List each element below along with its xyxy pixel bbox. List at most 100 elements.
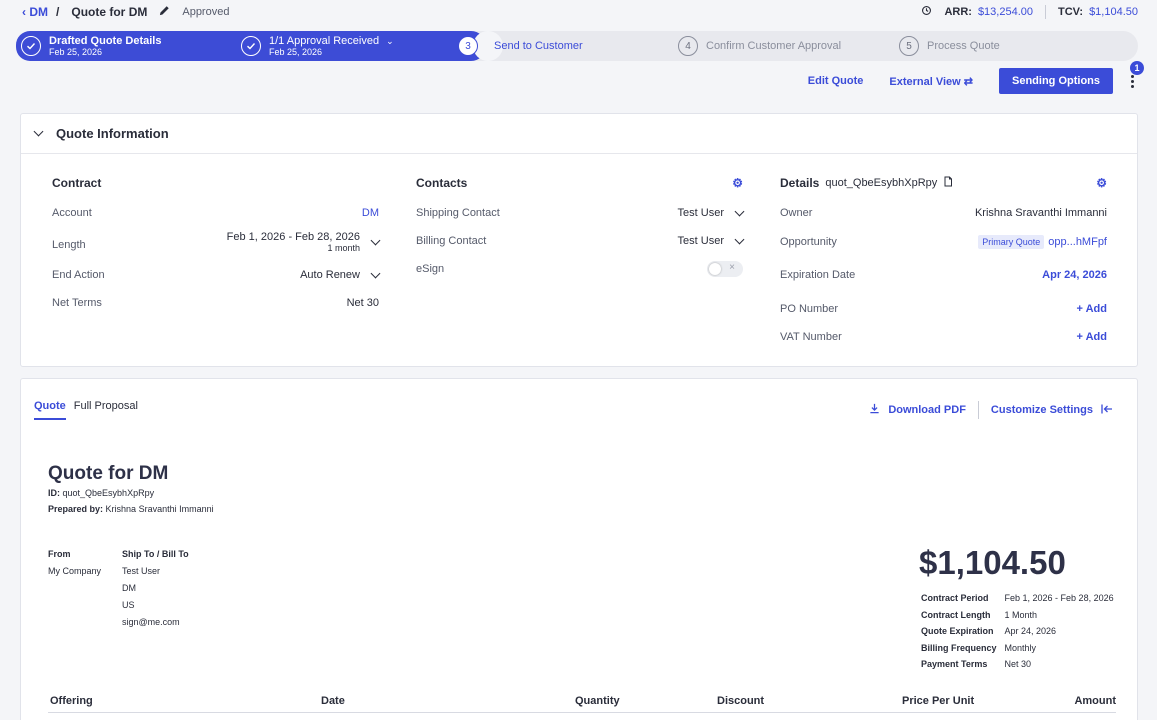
edit-quote-link[interactable]: Edit Quote bbox=[808, 75, 864, 87]
po-number-label: PO Number bbox=[780, 303, 839, 315]
summary-value: Apr 24, 2026 bbox=[1004, 626, 1057, 636]
step-number: 3 bbox=[458, 36, 478, 56]
breadcrumb-separator: / bbox=[56, 5, 60, 19]
panel-title: Quote Information bbox=[56, 126, 169, 141]
contacts-heading-row: Contacts ⚙ bbox=[416, 176, 743, 190]
divider bbox=[977, 401, 979, 419]
quote-id: quot_QbeEsybhXpRpy bbox=[825, 177, 938, 189]
chevron-down-icon bbox=[734, 206, 745, 216]
summary-label: Contract Length bbox=[921, 609, 991, 620]
quote-information-panel: Quote Information Contract Account DM Le… bbox=[20, 113, 1138, 367]
net-terms-row: Net Terms Net 30 bbox=[52, 297, 379, 309]
chevron-down-icon[interactable] bbox=[33, 126, 44, 137]
expiration-date-value[interactable]: Apr 24, 2026 bbox=[1042, 269, 1107, 281]
action-bar: Edit Quote External View ⇄ Sending Optio… bbox=[808, 67, 1157, 95]
po-number-row: PO Number + Add bbox=[780, 303, 1107, 315]
net-terms-label: Net Terms bbox=[52, 297, 102, 309]
id-label: ID: bbox=[48, 488, 60, 498]
summary-value: Monthly bbox=[1004, 642, 1037, 653]
more-options-icon[interactable] bbox=[1127, 74, 1137, 88]
quote-total: $1,104.50 bbox=[919, 544, 1066, 581]
column-header-price-per-unit: Price Per Unit bbox=[902, 695, 975, 707]
contacts-heading: Contacts bbox=[416, 176, 468, 190]
notification-badge: 1 bbox=[1130, 61, 1144, 75]
sending-options-button[interactable]: Sending Options bbox=[999, 68, 1113, 94]
tcv-label: TCV: bbox=[1058, 6, 1084, 18]
contract-heading: Contract bbox=[52, 176, 102, 190]
check-icon bbox=[21, 36, 41, 56]
shipping-contact-row: Shipping Contact Test User bbox=[416, 206, 745, 219]
summary-value: Feb 1, 2026 - Feb 28, 2026 bbox=[1004, 593, 1114, 603]
step-label: 1/1 Approval Received bbox=[269, 35, 380, 47]
account-row: Account DM bbox=[52, 207, 379, 219]
step-approval-received[interactable]: 1/1 Approval Received ⌄ Feb 25, 2026 bbox=[241, 31, 394, 61]
from-label: From bbox=[48, 549, 71, 559]
end-action-dropdown[interactable]: Auto Renew bbox=[300, 268, 381, 281]
collapse-panel-icon[interactable] bbox=[1101, 404, 1113, 417]
ship-to-label: Ship To / Bill To bbox=[122, 549, 189, 559]
owner-label: Owner bbox=[780, 207, 813, 219]
shipping-contact-label: Shipping Contact bbox=[416, 207, 500, 219]
step-confirm-approval[interactable]: 4 Confirm Customer Approval bbox=[678, 31, 841, 61]
back-link-label: DM bbox=[29, 5, 49, 19]
gear-icon[interactable]: ⚙ bbox=[1096, 176, 1107, 190]
summary-label: Quote Expiration bbox=[921, 626, 994, 636]
billing-contact-dropdown[interactable]: Test User bbox=[678, 234, 745, 247]
opportunity-link[interactable]: opp...hMFpf bbox=[1048, 236, 1107, 248]
step-date: Feb 25, 2026 bbox=[49, 47, 103, 57]
gear-icon[interactable]: ⚙ bbox=[732, 176, 743, 190]
back-link[interactable]: ‹ DM bbox=[22, 5, 48, 19]
line-items-header: Offering Date Quantity Discount Price Pe… bbox=[48, 693, 1116, 713]
page-title: Quote for DM bbox=[71, 5, 148, 19]
history-icon[interactable] bbox=[921, 5, 932, 19]
vat-number-label: VAT Number bbox=[780, 331, 842, 343]
expiration-date-row: Expiration Date Apr 24, 2026 bbox=[780, 269, 1107, 281]
net-terms-value: Net 30 bbox=[346, 297, 379, 309]
tab-quote[interactable]: Quote bbox=[34, 400, 66, 420]
step-drafted-quote[interactable]: Drafted Quote Details Feb 25, 2026 bbox=[21, 31, 161, 61]
quote-id-line: ID: quot_QbeEsybhXpRpy bbox=[48, 488, 154, 498]
account-link[interactable]: DM bbox=[362, 207, 379, 219]
owner-row: Owner Krishna Sravanthi Immanni bbox=[780, 207, 1107, 219]
download-pdf-button[interactable]: Download PDF bbox=[888, 404, 966, 416]
swap-icon: ⇄ bbox=[963, 75, 973, 88]
download-icon bbox=[869, 403, 880, 417]
external-view-link[interactable]: External View ⇄ bbox=[889, 75, 973, 88]
shipping-contact-dropdown[interactable]: Test User bbox=[678, 206, 745, 219]
summary-row: Quote Expiration Apr 24, 2026 bbox=[921, 624, 1114, 639]
step-send-to-customer[interactable]: 3 Send to Customer bbox=[458, 31, 583, 61]
arr-label: ARR: bbox=[944, 6, 972, 18]
customize-settings-button[interactable]: Customize Settings bbox=[991, 404, 1093, 416]
column-header-discount: Discount bbox=[717, 695, 765, 707]
close-icon: × bbox=[729, 262, 735, 273]
panel-header[interactable]: Quote Information bbox=[21, 114, 1137, 154]
breadcrumb: ‹ DM / Quote for DM Approved bbox=[22, 5, 229, 19]
divider bbox=[1045, 5, 1046, 19]
step-label-row: 1/1 Approval Received ⌄ bbox=[269, 35, 394, 47]
add-po-number-button[interactable]: + Add bbox=[1077, 303, 1107, 315]
summary-value: Net 30 bbox=[1004, 659, 1032, 669]
copy-icon[interactable] bbox=[943, 176, 953, 190]
length-label: Length bbox=[52, 239, 86, 251]
summary-row: Contract Length 1 Month bbox=[921, 608, 1114, 623]
ship-to-line: Test User bbox=[122, 566, 161, 576]
esign-toggle[interactable]: × bbox=[707, 261, 743, 277]
column-header-amount: Amount bbox=[1074, 695, 1116, 707]
billing-contact-label: Billing Contact bbox=[416, 235, 487, 247]
tab-full-proposal[interactable]: Full Proposal bbox=[74, 400, 138, 420]
chevron-down-icon[interactable]: ⌄ bbox=[386, 36, 394, 46]
esign-row: eSign × bbox=[416, 261, 743, 277]
edit-title-icon[interactable] bbox=[159, 5, 170, 19]
summary-label: Billing Frequency bbox=[921, 642, 997, 653]
external-view-label: External View bbox=[889, 75, 961, 88]
chevron-down-icon bbox=[734, 234, 745, 244]
chevron-down-icon bbox=[370, 235, 381, 245]
summary-row: Payment Terms Net 30 bbox=[921, 657, 1114, 672]
end-action-row: End Action Auto Renew bbox=[52, 268, 381, 281]
length-dropdown[interactable]: Feb 1, 2026 - Feb 28, 2026 1 month bbox=[227, 231, 381, 253]
progress-stepper: Drafted Quote Details Feb 25, 2026 1/1 A… bbox=[16, 31, 1138, 61]
step-process-quote[interactable]: 5 Process Quote bbox=[899, 31, 1000, 61]
vat-number-row: VAT Number + Add bbox=[780, 331, 1107, 343]
contacts-section: Contacts ⚙ Shipping Contact Test User Bi… bbox=[416, 176, 745, 346]
add-vat-number-button[interactable]: + Add bbox=[1077, 331, 1107, 343]
